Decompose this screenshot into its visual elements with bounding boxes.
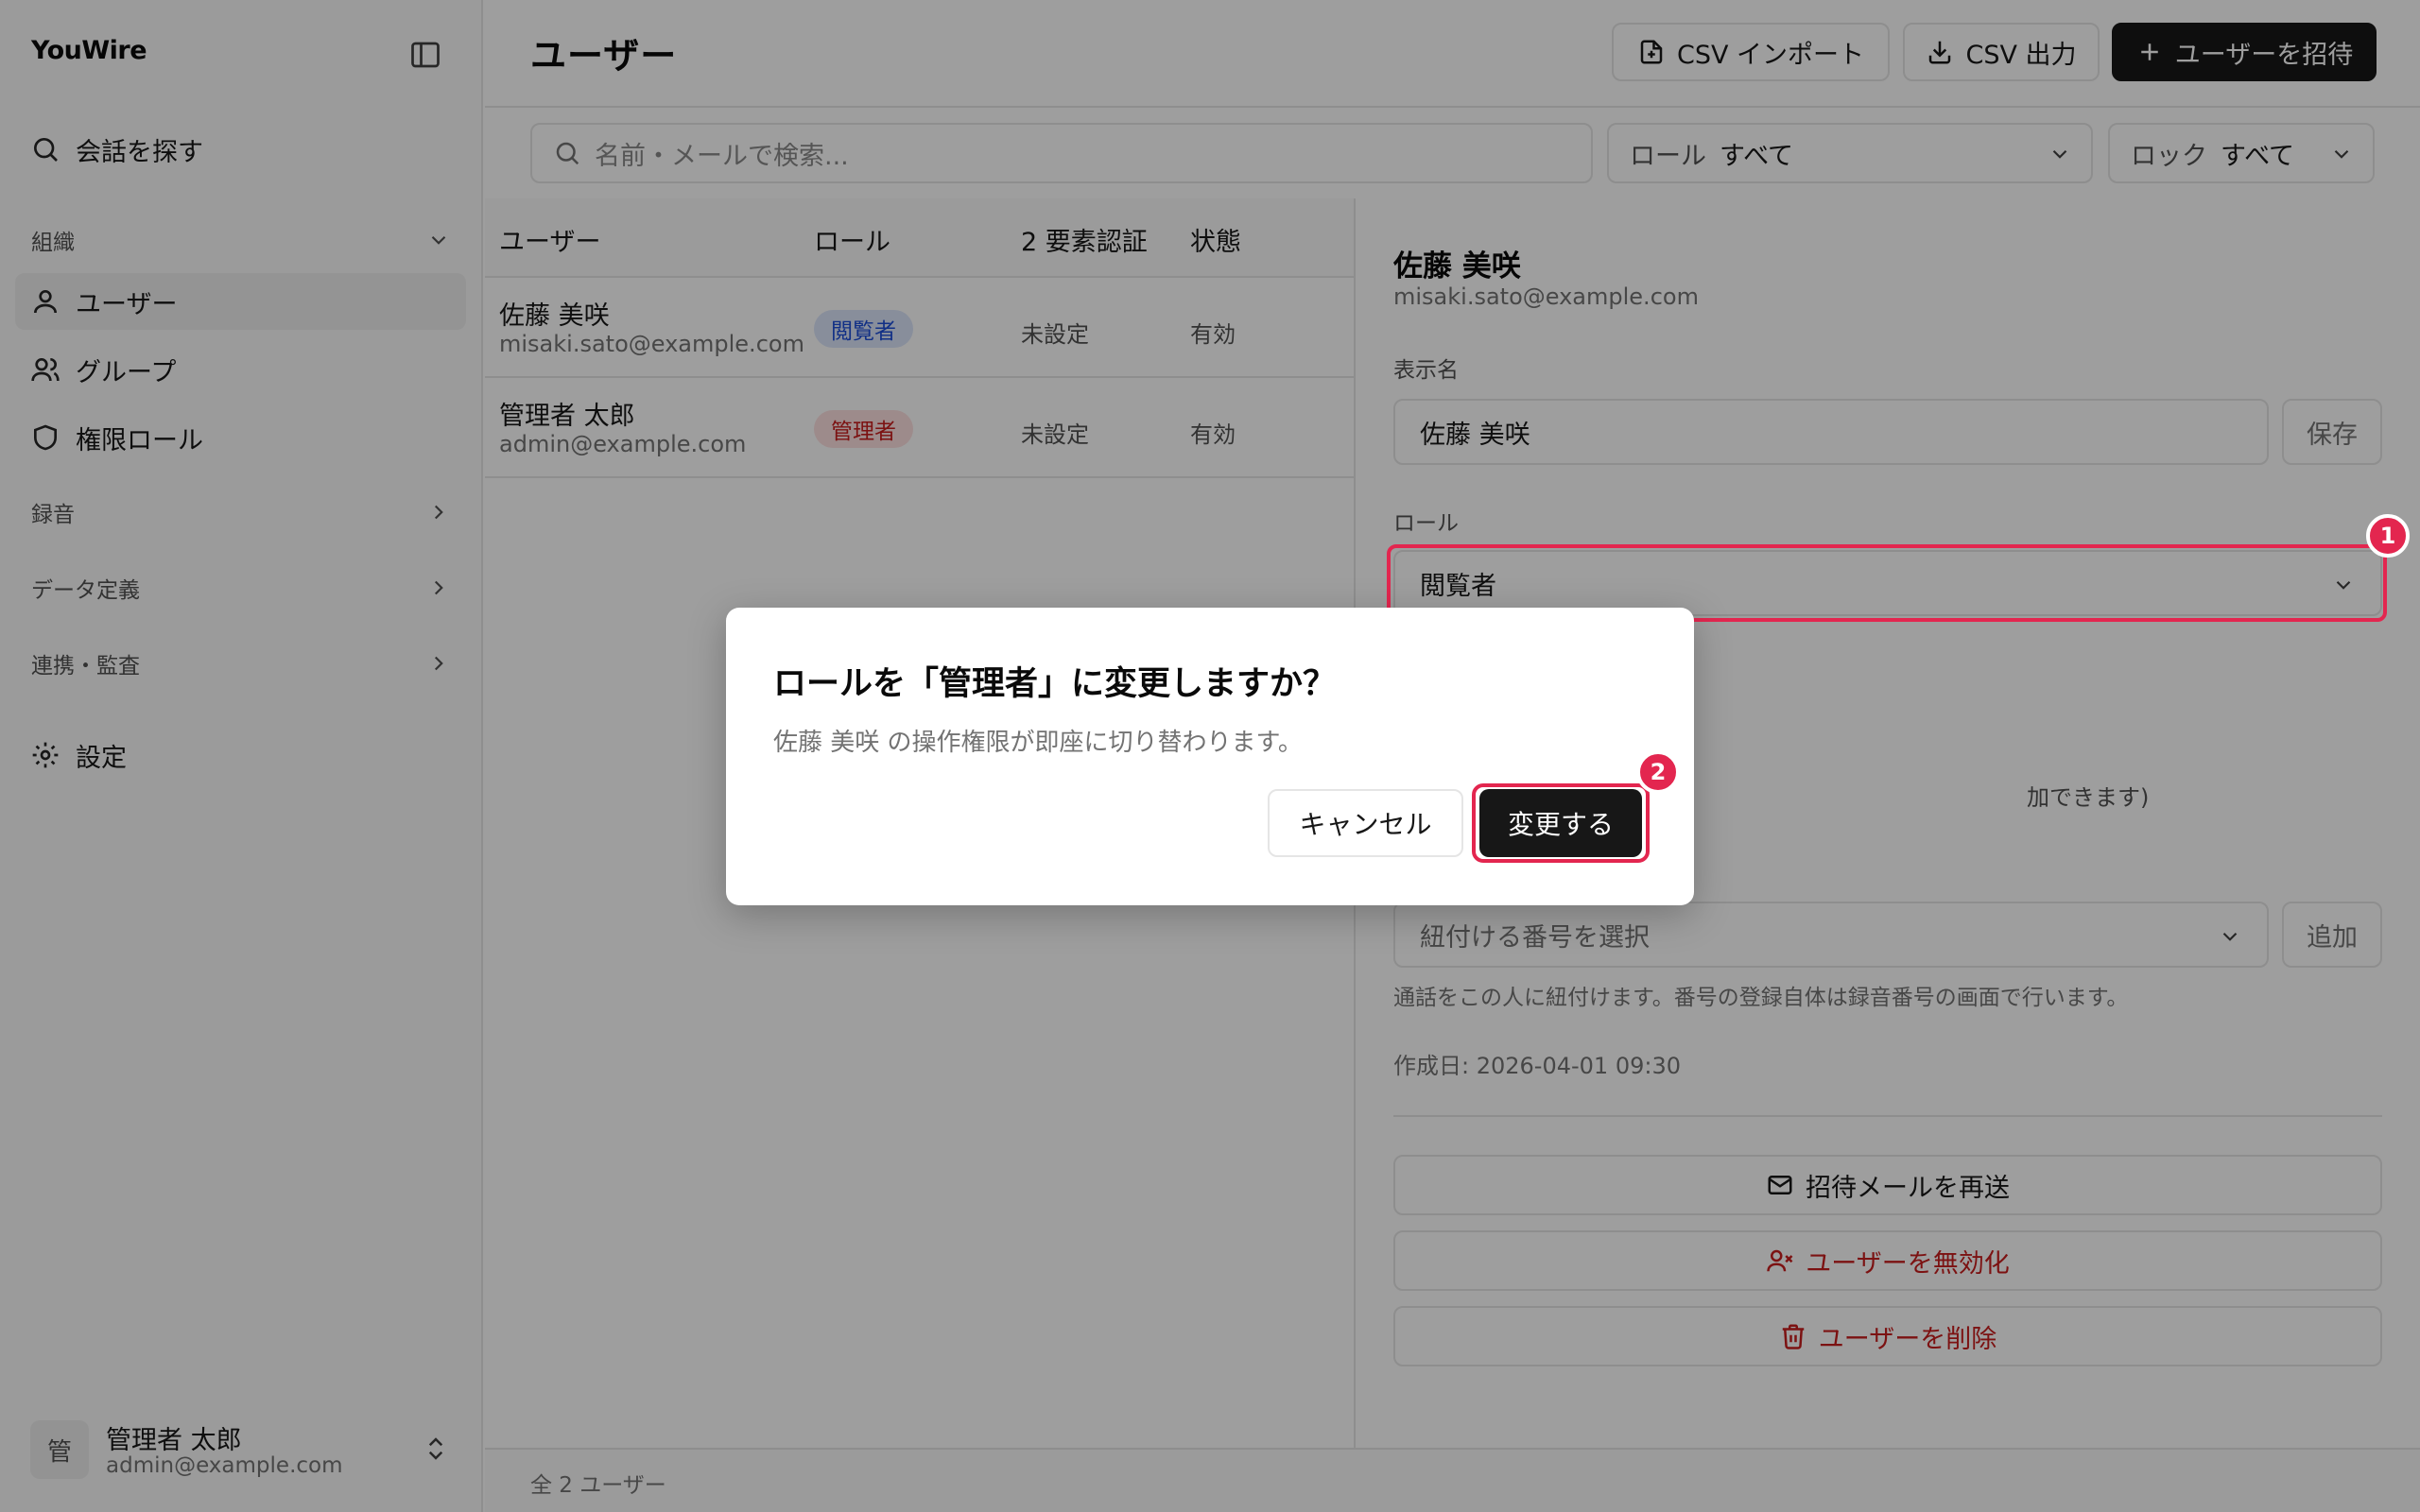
cancel-button[interactable]: キャンセル xyxy=(1268,789,1463,857)
confirm-change-button[interactable]: 変更する xyxy=(1479,789,1642,857)
step-marker-1: 1 xyxy=(2366,514,2410,558)
dialog-description: 佐藤 美咲 の操作権限が即座に切り替わります。 xyxy=(773,729,1303,757)
step-marker-2: 2 xyxy=(1636,750,1680,794)
dialog-title: ロールを「管理者」に変更しますか？ xyxy=(773,665,1337,703)
confirm-role-dialog: ロールを「管理者」に変更しますか？ 佐藤 美咲 の操作権限が即座に切り替わります… xyxy=(726,608,1694,905)
